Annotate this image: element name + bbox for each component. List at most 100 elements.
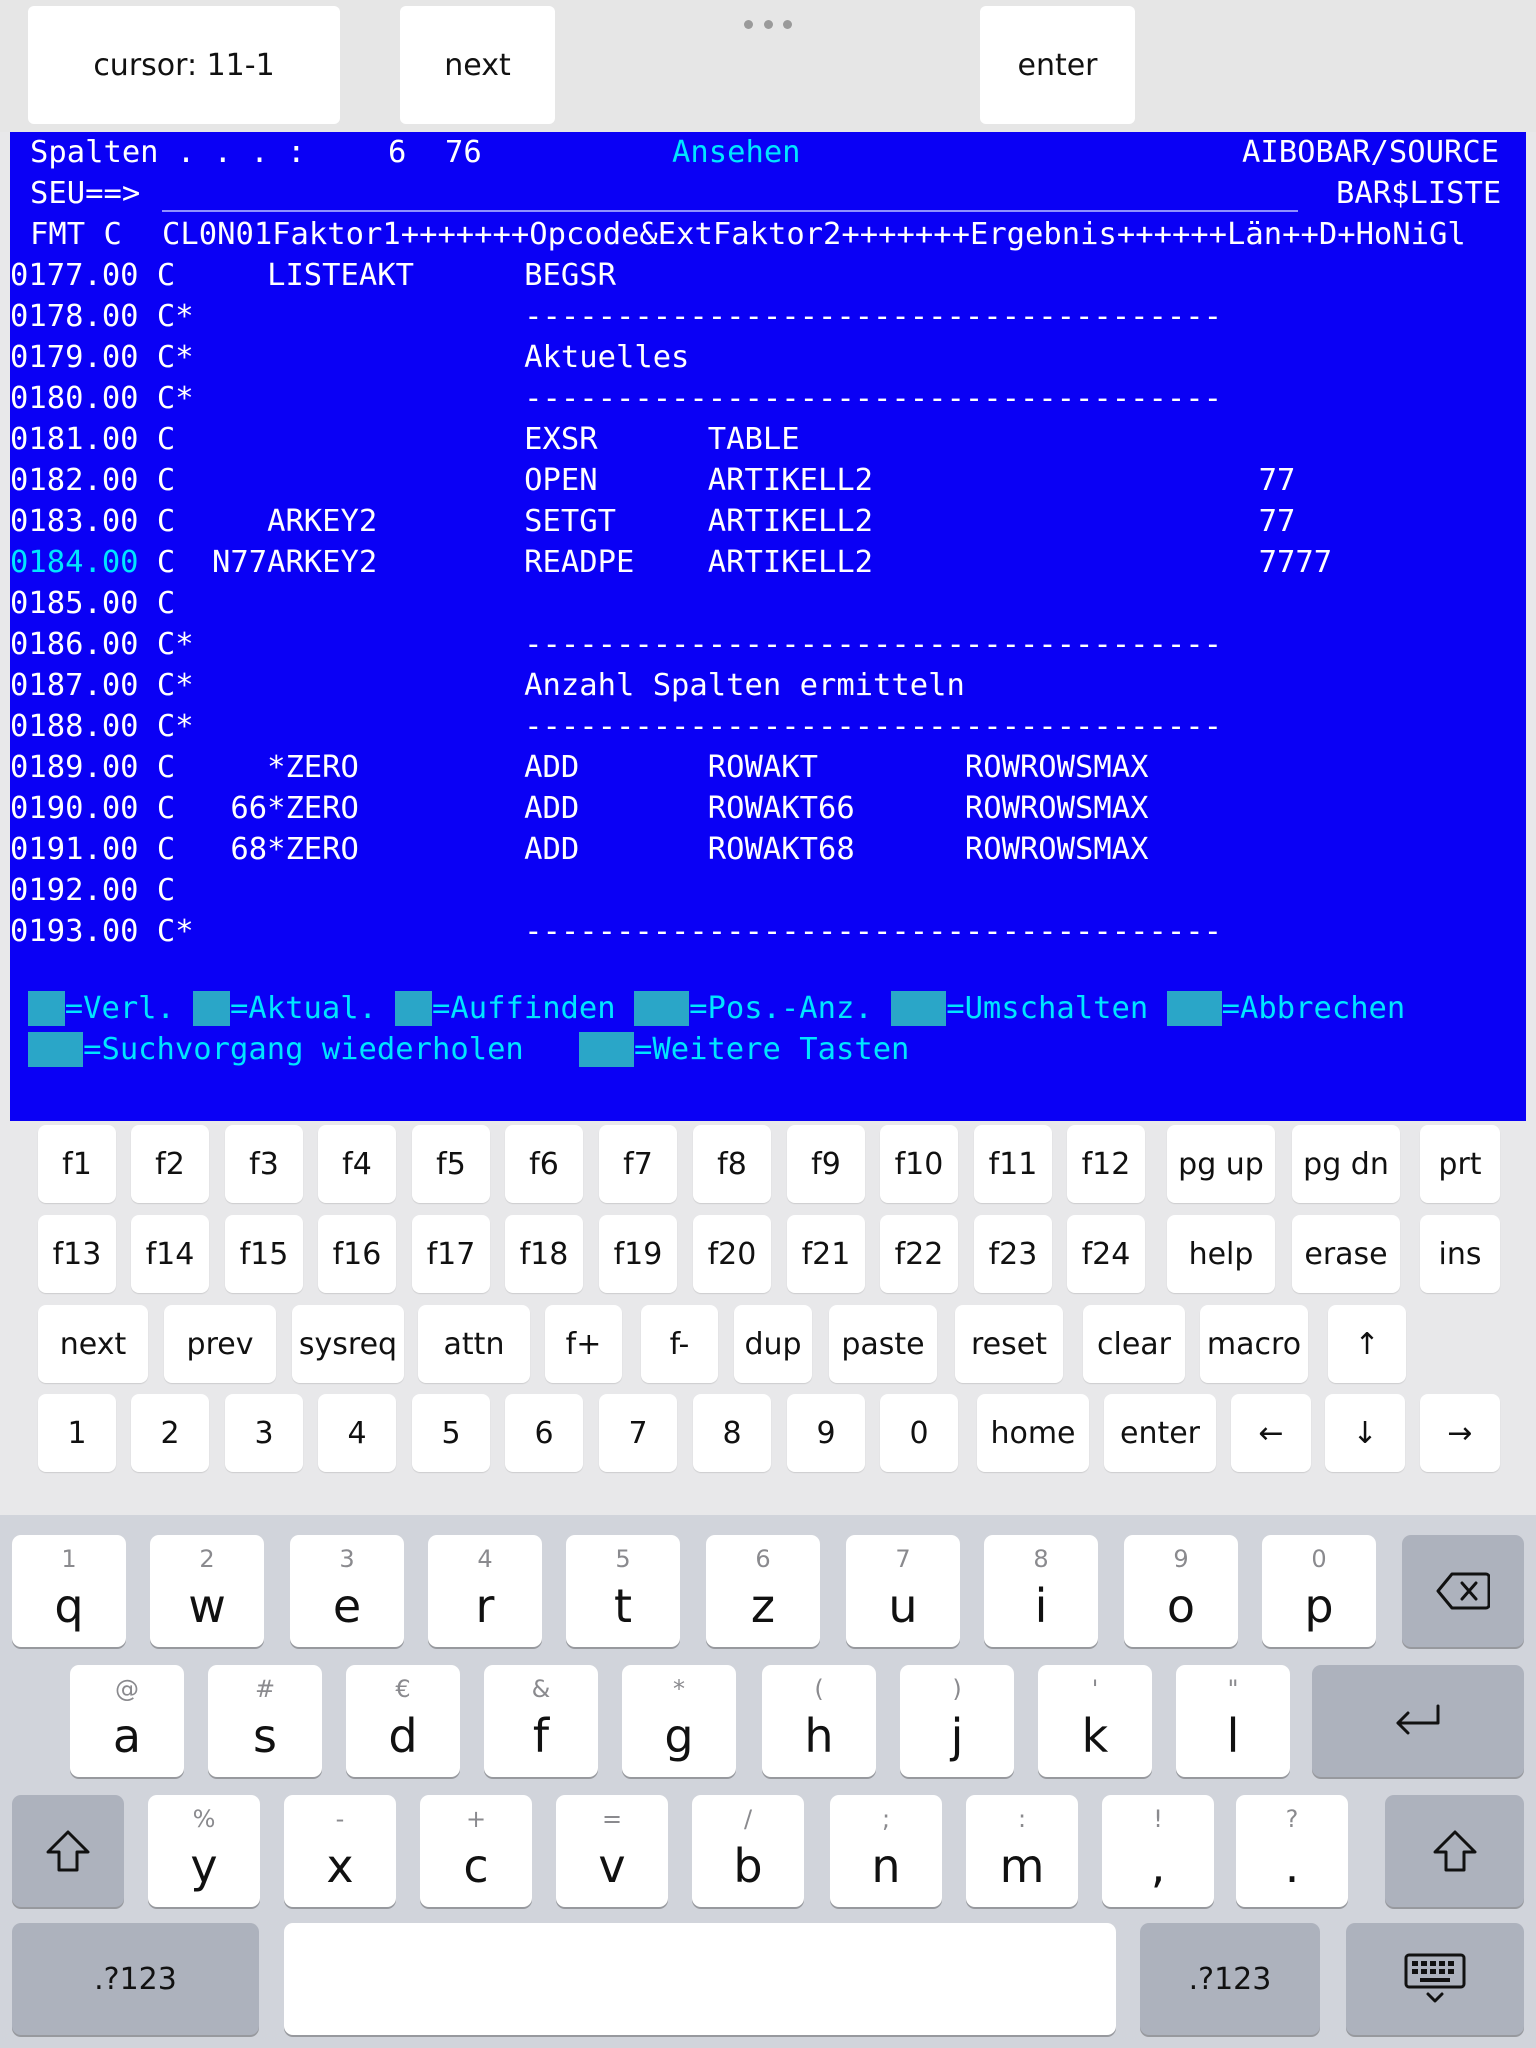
f4-key[interactable]: f4 — [318, 1125, 396, 1203]
function-key-f12[interactable]: F12 — [1166, 991, 1222, 1026]
ins-key[interactable]: ins — [1420, 1215, 1500, 1293]
function-key-f10[interactable]: F10 — [634, 991, 690, 1026]
key-v[interactable]: = v — [556, 1795, 668, 1907]
function-key-f3[interactable]: F3 — [28, 991, 65, 1026]
8-key[interactable]: 8 — [693, 1394, 771, 1472]
source-line[interactable]: 0180.00 C* -----------------------------… — [10, 378, 1222, 419]
key-p[interactable]: 0p — [1262, 1535, 1376, 1647]
field-minus-key[interactable]: f- — [641, 1305, 718, 1383]
key-y[interactable]: % y — [148, 1795, 260, 1907]
f5-key[interactable]: f5 — [412, 1125, 490, 1203]
next-key[interactable]: next — [38, 1305, 148, 1383]
source-line[interactable]: 0189.00 C *ZERO ADD ROWAKT ROWROWSMAX — [10, 747, 1149, 788]
source-line[interactable]: 0177.00 C LISTEAKT BEGSR — [10, 255, 616, 296]
key-t[interactable]: 5t — [566, 1535, 680, 1647]
4-key[interactable]: 4 — [318, 1394, 396, 1472]
source-line[interactable]: 0186.00 C* -----------------------------… — [10, 624, 1222, 665]
key-e[interactable]: 3e — [290, 1535, 404, 1647]
f13-key[interactable]: f13 — [38, 1215, 116, 1293]
key-f[interactable]: & f — [484, 1665, 598, 1777]
macro-key[interactable]: macro — [1200, 1305, 1308, 1383]
f16-key[interactable]: f16 — [318, 1215, 396, 1293]
7-key[interactable]: 7 — [599, 1394, 677, 1472]
key-comma[interactable]: !, — [1102, 1795, 1214, 1907]
key-n[interactable]: ; n — [830, 1795, 942, 1907]
key-b[interactable]: / b — [692, 1795, 804, 1907]
key-g[interactable]: * g — [622, 1665, 736, 1777]
f11-key[interactable]: f11 — [974, 1125, 1052, 1203]
key-i[interactable]: 8i — [984, 1535, 1098, 1647]
source-line[interactable]: 0190.00 C 66*ZERO ADD ROWAKT66 ROWROWSMA… — [10, 788, 1149, 829]
f22-key[interactable]: f22 — [880, 1215, 958, 1293]
source-line[interactable]: 0191.00 C 68*ZERO ADD ROWAKT68 ROWROWSMA… — [10, 829, 1149, 870]
sysreq-key[interactable]: sysreq — [292, 1305, 404, 1383]
page-down-key[interactable]: pg dn — [1292, 1125, 1400, 1203]
f8-key[interactable]: f8 — [693, 1125, 771, 1203]
key-h[interactable]: (h — [762, 1665, 876, 1777]
function-key-f16[interactable]: F16 — [28, 1032, 84, 1067]
hide-keyboard-key[interactable] — [1346, 1923, 1524, 2035]
arrow-left-key[interactable]: ← — [1231, 1394, 1311, 1472]
key-r[interactable]: 4r — [428, 1535, 542, 1647]
clear-key[interactable]: clear — [1083, 1305, 1185, 1383]
key-q[interactable]: 1q — [12, 1535, 126, 1647]
key-z[interactable]: 6z — [706, 1535, 820, 1647]
next-button[interactable]: next — [400, 6, 555, 124]
attn-key[interactable]: attn — [418, 1305, 530, 1383]
9-key[interactable]: 9 — [787, 1394, 865, 1472]
prt-key[interactable]: prt — [1420, 1125, 1500, 1203]
source-line[interactable]: 0182.00 C OPEN ARTIKELL2 77 — [10, 460, 1295, 501]
2-key[interactable]: 2 — [131, 1394, 209, 1472]
6-key[interactable]: 6 — [505, 1394, 583, 1472]
more-dots-icon[interactable] — [744, 16, 792, 32]
enter-key[interactable]: enter — [1104, 1394, 1216, 1472]
shift-key-left[interactable] — [12, 1795, 124, 1907]
1-key[interactable]: 1 — [38, 1394, 116, 1472]
f23-key[interactable]: f23 — [974, 1215, 1052, 1293]
f14-key[interactable]: f14 — [131, 1215, 209, 1293]
function-key-f5[interactable]: F5 — [193, 991, 231, 1026]
erase-key[interactable]: erase — [1292, 1215, 1400, 1293]
page-up-key[interactable]: pg up — [1167, 1125, 1275, 1203]
key-c[interactable]: + c — [420, 1795, 532, 1907]
f1-key[interactable]: f1 — [38, 1125, 116, 1203]
f19-key[interactable]: f19 — [599, 1215, 677, 1293]
paste-key[interactable]: paste — [829, 1305, 937, 1383]
f21-key[interactable]: f21 — [787, 1215, 865, 1293]
prev-key[interactable]: prev — [164, 1305, 276, 1383]
arrow-up-key[interactable]: ↑ — [1328, 1305, 1406, 1383]
key-x[interactable]: -x — [284, 1795, 396, 1907]
home-key[interactable]: home — [977, 1394, 1089, 1472]
arrow-down-key[interactable]: ↓ — [1325, 1394, 1405, 1472]
function-key-f9[interactable]: F9 — [395, 991, 433, 1026]
key-u[interactable]: 7u — [846, 1535, 960, 1647]
enter-button[interactable]: enter — [980, 6, 1135, 124]
f17-key[interactable]: f17 — [412, 1215, 490, 1293]
f18-key[interactable]: f18 — [505, 1215, 583, 1293]
numbers-key-left[interactable]: .?123 — [12, 1923, 259, 2035]
field-plus-key[interactable]: f+ — [545, 1305, 622, 1383]
f15-key[interactable]: f15 — [225, 1215, 303, 1293]
source-line[interactable]: 0178.00 C* -----------------------------… — [10, 296, 1222, 337]
f20-key[interactable]: f20 — [693, 1215, 771, 1293]
source-line[interactable]: 0184.00 C N77ARKEY2 READPE ARTIKELL2 777… — [10, 542, 1332, 583]
key-w[interactable]: 2w — [150, 1535, 264, 1647]
return-key[interactable] — [1312, 1665, 1524, 1777]
terminal-screen[interactable]: Spalten . . . : 6 76 Ansehen AIBOBAR/SOU… — [10, 132, 1526, 1121]
help-key[interactable]: help — [1167, 1215, 1275, 1293]
f12-key[interactable]: f12 — [1067, 1125, 1145, 1203]
dup-key[interactable]: dup — [734, 1305, 812, 1383]
source-line[interactable]: 0183.00 C ARKEY2 SETGT ARTIKELL2 77 — [10, 501, 1295, 542]
source-line[interactable]: 0192.00 C — [10, 870, 175, 911]
f24-key[interactable]: f24 — [1067, 1215, 1145, 1293]
source-line[interactable]: 0181.00 C EXSR TABLE — [10, 419, 800, 460]
key-j[interactable]: ) j — [900, 1665, 1014, 1777]
f3-key[interactable]: f3 — [225, 1125, 303, 1203]
f2-key[interactable]: f2 — [131, 1125, 209, 1203]
key-period[interactable]: ?. — [1236, 1795, 1348, 1907]
f6-key[interactable]: f6 — [505, 1125, 583, 1203]
key-a[interactable]: @ a — [70, 1665, 184, 1777]
reset-key[interactable]: reset — [955, 1305, 1063, 1383]
key-d[interactable]: € d — [346, 1665, 460, 1777]
key-m[interactable]: :m — [966, 1795, 1078, 1907]
